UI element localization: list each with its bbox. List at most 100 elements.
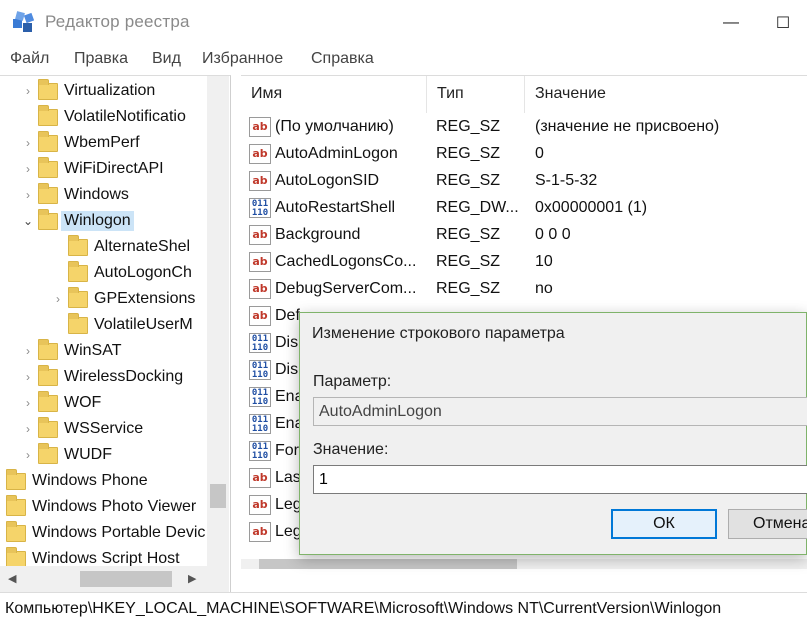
menu-edit[interactable]: Правка [74, 50, 128, 68]
binary-value-icon: 011 110 [249, 333, 271, 353]
tree-item[interactable]: AutoLogonCh [50, 260, 192, 286]
folder-icon [38, 156, 58, 178]
tree-horizontal-scrollbar[interactable]: ◀ ▶ [0, 566, 229, 592]
folder-icon [38, 442, 58, 464]
tree-item[interactable]: VolatileNotificatio [20, 104, 186, 130]
folder-icon [38, 78, 58, 100]
tree-item[interactable]: › WOF [20, 390, 101, 416]
folder-icon [38, 182, 58, 204]
table-row[interactable]: ab Background REG_SZ 0 0 0 [241, 222, 807, 249]
folder-icon [6, 546, 26, 568]
list-horizontal-scrollbar[interactable] [241, 559, 807, 569]
binary-value-icon: 011 110 [249, 387, 271, 407]
folder-icon [38, 364, 58, 386]
column-header-type[interactable]: Тип [427, 76, 525, 113]
tree-horizontal-scroll-thumb[interactable] [80, 571, 172, 587]
tree-item[interactable]: Windows Portable Devic [0, 520, 205, 546]
registry-editor-icon [13, 11, 35, 32]
column-header-value[interactable]: Значение [525, 76, 807, 113]
binary-value-icon: 011 110 [249, 198, 271, 218]
scroll-left-icon[interactable]: ◀ [8, 572, 16, 585]
binary-value-icon: 011 110 [249, 441, 271, 461]
table-row[interactable]: 011 110 AutoRestartShell REG_DW... 0x0000000… [241, 195, 807, 222]
chevron-down-icon[interactable]: ⌄ [20, 214, 36, 228]
edit-string-dialog: Изменение строкового параметра Параметр:… [299, 312, 807, 555]
table-row[interactable]: ab DebugServerCom... REG_SZ no [241, 276, 807, 303]
folder-icon [38, 104, 58, 126]
tree-vertical-scrollbar[interactable] [207, 76, 229, 566]
tree-item-winlogon[interactable]: ⌄ Winlogon [20, 208, 134, 234]
menu-favorites[interactable]: Избранное [202, 50, 283, 68]
chevron-right-icon[interactable]: › [20, 188, 36, 202]
binary-value-icon: 011 110 [249, 414, 271, 434]
string-value-icon: ab [249, 306, 271, 326]
folder-icon [68, 260, 88, 282]
chevron-right-icon[interactable]: › [20, 136, 36, 150]
string-value-icon: ab [249, 468, 271, 488]
menu-view[interactable]: Вид [152, 50, 181, 68]
scroll-right-icon[interactable]: ▶ [188, 572, 196, 585]
tree-item[interactable]: › Windows [20, 182, 129, 208]
chevron-right-icon[interactable]: › [20, 396, 36, 410]
tree-item[interactable]: › Virtualization [20, 78, 155, 104]
string-value-icon: ab [249, 117, 271, 137]
chevron-right-icon[interactable]: › [20, 448, 36, 462]
column-header-name[interactable]: Имя [241, 76, 427, 113]
status-bar: Компьютер\HKEY_LOCAL_MACHINE\SOFTWARE\Mi… [0, 592, 807, 625]
string-value-icon: ab [249, 495, 271, 515]
ok-button[interactable]: ОК [611, 509, 717, 539]
chevron-right-icon[interactable]: › [20, 370, 36, 384]
folder-icon [38, 390, 58, 412]
chevron-right-icon[interactable]: › [20, 422, 36, 436]
tree-item[interactable]: Windows Phone [0, 468, 148, 494]
menu-bar: Файл Правка Вид Избранное Справка [0, 45, 807, 75]
menu-help[interactable]: Справка [311, 50, 374, 68]
string-value-icon: ab [249, 225, 271, 245]
dialog-title: Изменение строкового параметра [312, 325, 565, 342]
tree-item[interactable]: › WSService [20, 416, 143, 442]
table-row[interactable]: ab AutoLogonSID REG_SZ S-1-5-32 [241, 168, 807, 195]
string-value-icon: ab [249, 171, 271, 191]
value-label: Значение: [313, 441, 389, 458]
table-row[interactable]: ab AutoAdminLogon REG_SZ 0 [241, 141, 807, 168]
key-tree[interactable]: › Virtualization VolatileNotificatio › Wbe… [0, 75, 231, 592]
chevron-right-icon[interactable]: › [50, 292, 66, 306]
folder-icon [68, 312, 88, 334]
string-value-icon: ab [249, 144, 271, 164]
string-value-icon: ab [249, 522, 271, 542]
tree-item[interactable]: › GPExtensions [50, 286, 195, 312]
chevron-right-icon[interactable]: › [20, 344, 36, 358]
chevron-right-icon[interactable]: › [20, 84, 36, 98]
tree-item[interactable]: › WUDF [20, 442, 112, 468]
key-path: Компьютер\HKEY_LOCAL_MACHINE\SOFTWARE\Mi… [5, 600, 722, 617]
folder-icon [6, 494, 26, 516]
folder-icon [38, 338, 58, 360]
string-value-icon: ab [249, 252, 271, 272]
tree-item[interactable]: Windows Photo Viewer [0, 494, 196, 520]
folder-icon [38, 208, 58, 230]
folder-icon [38, 130, 58, 152]
value-data-field[interactable] [313, 465, 807, 494]
tree-item[interactable]: › WbemPerf [20, 130, 140, 156]
string-value-icon: ab [249, 279, 271, 299]
folder-icon [6, 468, 26, 490]
tree-item[interactable]: › WinSAT [20, 338, 121, 364]
chevron-right-icon[interactable]: › [20, 162, 36, 176]
parameter-label: Параметр: [313, 373, 392, 390]
list-horizontal-scroll-thumb[interactable] [259, 559, 517, 569]
table-row[interactable]: ab CachedLogonsCo... REG_SZ 10 [241, 249, 807, 276]
parameter-name-field[interactable] [313, 397, 807, 426]
folder-icon [68, 286, 88, 308]
tree-item[interactable]: › WirelessDocking [20, 364, 183, 390]
cancel-button[interactable]: Отмена [728, 509, 807, 539]
tree-item[interactable]: › WiFiDirectAPI [20, 156, 164, 182]
minimize-button[interactable]: — [708, 0, 754, 45]
maximize-button[interactable]: ☐ [760, 0, 806, 45]
tree-vertical-scroll-thumb[interactable] [210, 484, 226, 508]
tree-item[interactable]: VolatileUserM [50, 312, 193, 338]
folder-icon [38, 416, 58, 438]
tree-item[interactable]: AlternateShel [50, 234, 190, 260]
folder-icon [6, 520, 26, 542]
menu-file[interactable]: Файл [10, 50, 49, 68]
table-row[interactable]: ab (По умолчанию) REG_SZ (значение не присв… [241, 114, 807, 141]
